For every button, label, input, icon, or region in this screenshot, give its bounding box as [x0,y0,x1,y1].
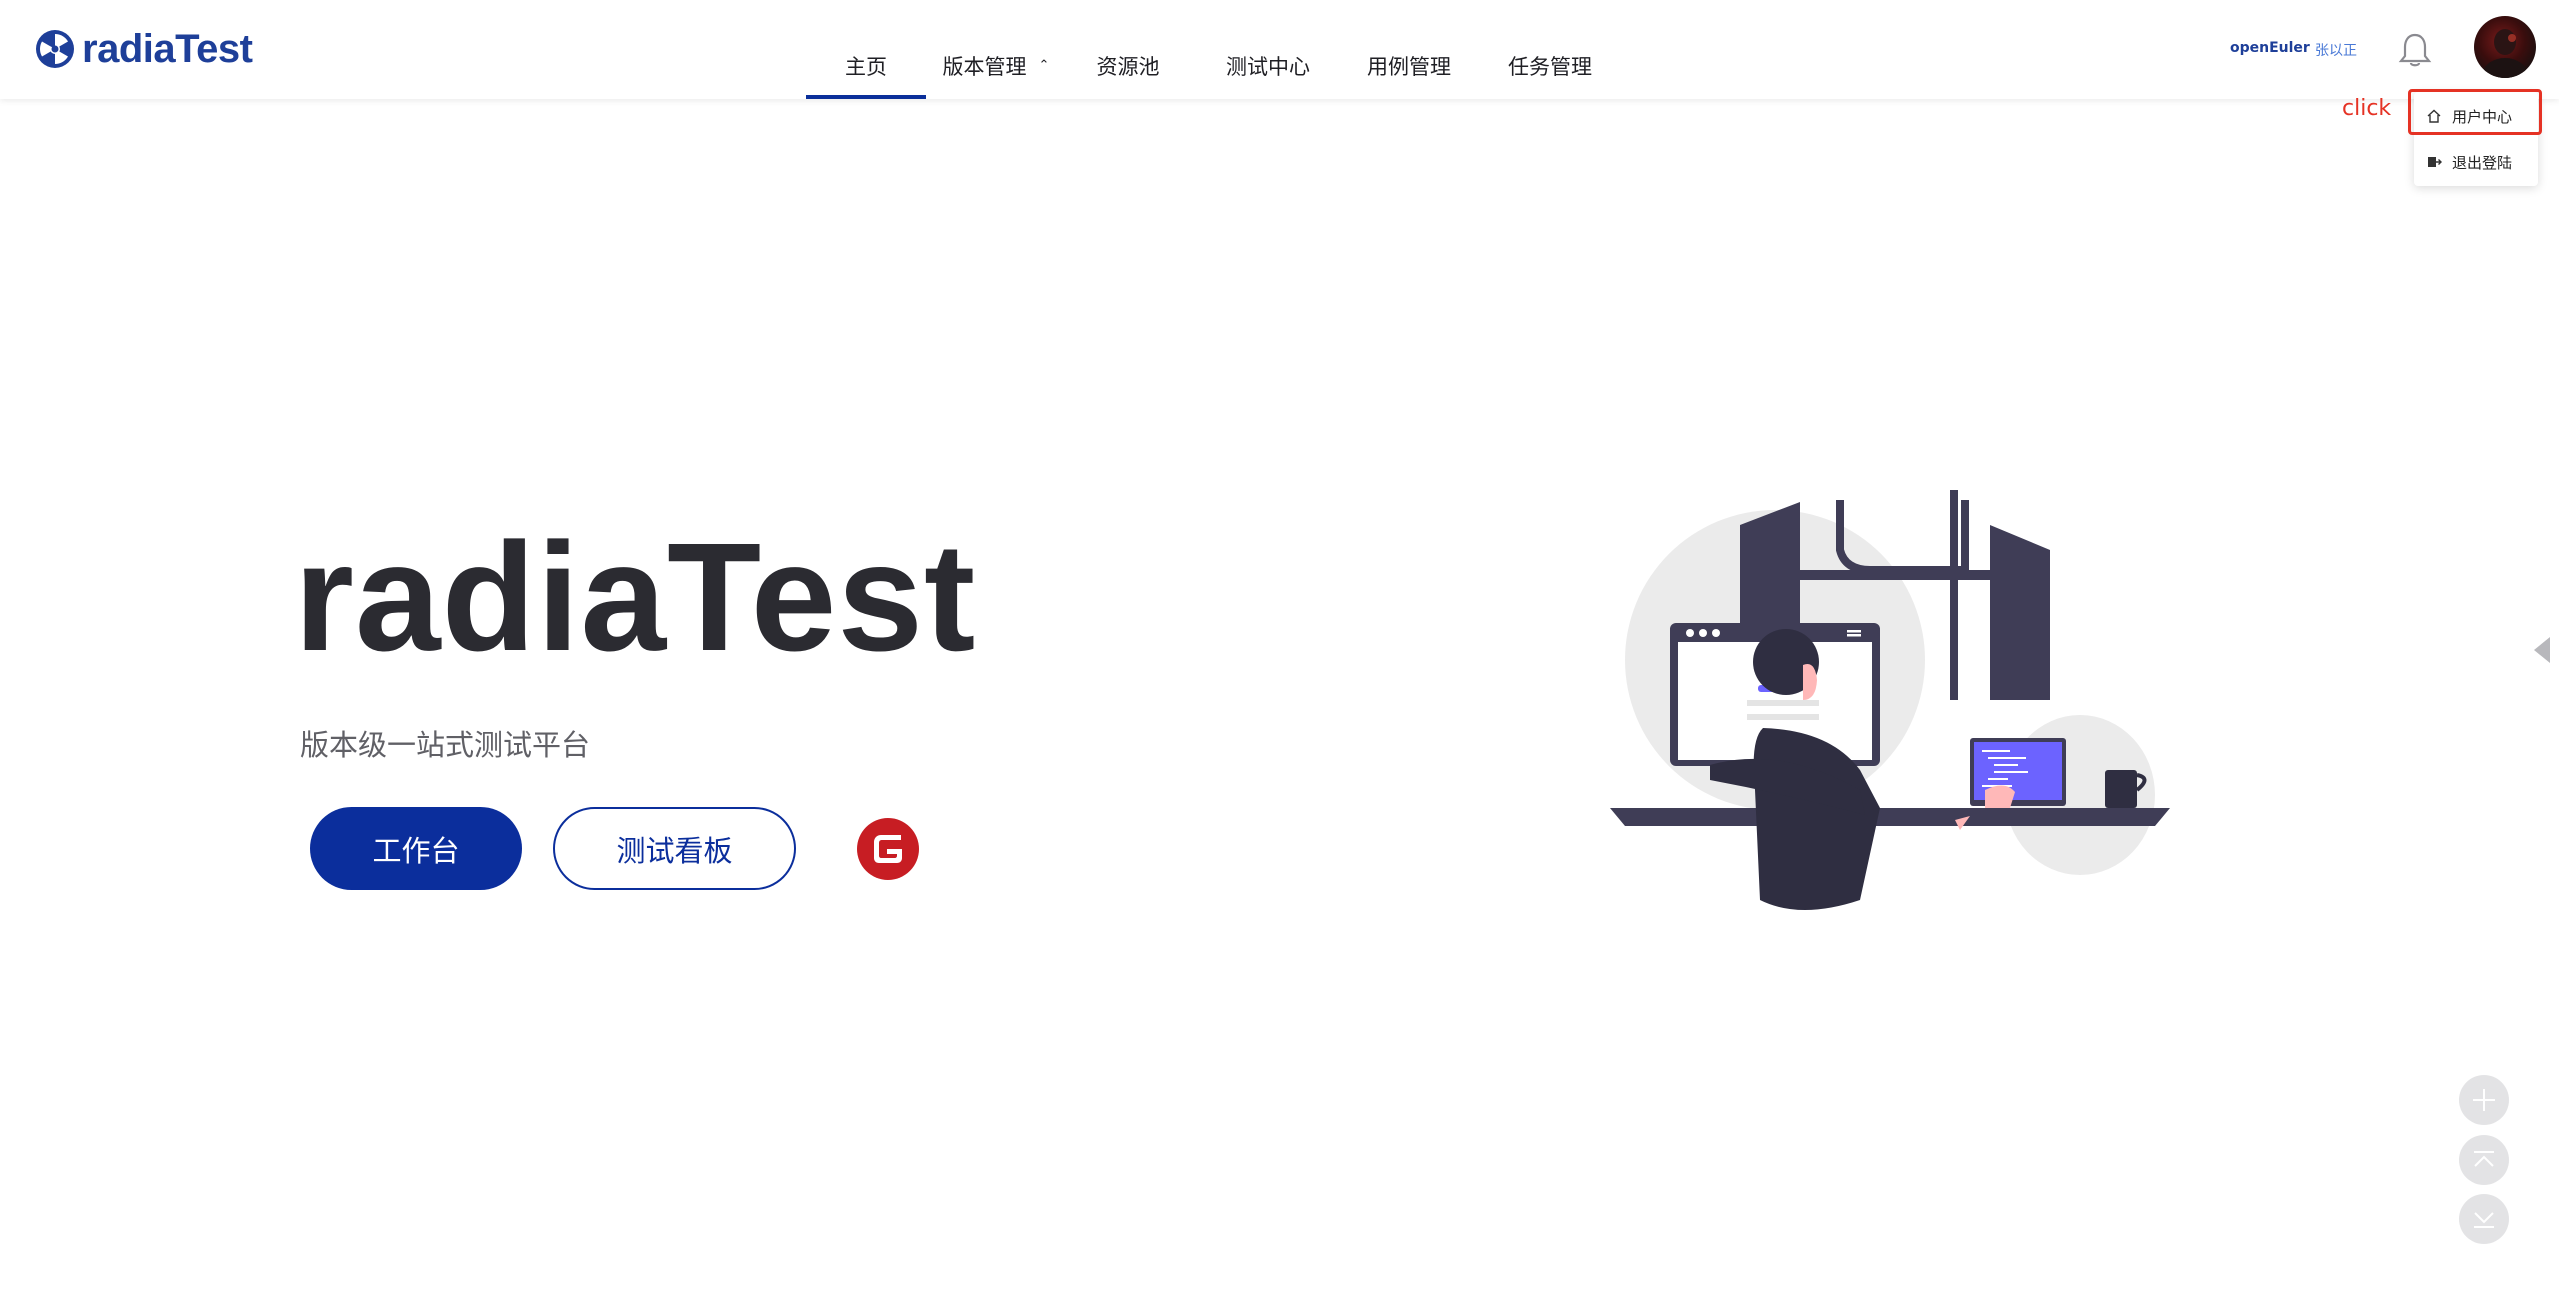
add-button[interactable] [2459,1075,2509,1125]
nav-version-label: 版本管理 [942,54,1027,79]
nav-home-label: 主页 [845,54,887,79]
menu-item-logout[interactable]: 退出登陆 [2414,140,2538,184]
nav-resource-pool[interactable]: 资源池 [1066,0,1190,99]
nav-case-label: 用例管理 [1367,54,1451,79]
hero-subtitle: 版本级一站式测试平台 [300,728,591,762]
logo[interactable]: radiaTest [34,26,253,72]
nav-task-label: 任务管理 [1508,54,1592,79]
nav-test-center[interactable]: 测试中心 [1190,0,1346,99]
logout-icon [2428,157,2442,167]
nav-test-center-label: 测试中心 [1226,54,1310,79]
scroll-bottom-icon [2474,1212,2494,1228]
scroll-top-icon [2474,1151,2494,1167]
workbench-button[interactable]: 工作台 [310,807,522,890]
scroll-top-button[interactable] [2459,1135,2509,1185]
nav-task-management[interactable]: 任务管理 [1472,0,1628,99]
bell-icon[interactable] [2398,32,2432,68]
org-name[interactable]: openEuler [2230,40,2310,56]
gitee-icon[interactable] [857,818,919,880]
chevron-up-icon: ⌃ [1038,58,1050,73]
side-collapse-icon[interactable] [2530,635,2552,665]
avatar-image [2483,29,2527,78]
nav-resource-label: 资源池 [1096,54,1160,79]
test-dashboard-button[interactable]: 测试看板 [553,807,796,890]
plus-icon [2473,1089,2495,1111]
scroll-bottom-button[interactable] [2459,1194,2509,1244]
click-highlight-box [2408,89,2542,135]
top-header: radiaTest 主页 版本管理 ⌃ 资源池 测试中心 用例管理 任务管理 o… [0,0,2559,99]
developer-illustration [1610,490,2170,910]
avatar[interactable] [2474,16,2536,78]
nav-version-management[interactable]: 版本管理 ⌃ [926,0,1066,99]
menu-item-logout-label: 退出登陆 [2452,153,2513,172]
click-annotation: click [2342,96,2392,121]
nav-case-management[interactable]: 用例管理 [1346,0,1472,99]
page: radiaTest 主页 版本管理 ⌃ 资源池 测试中心 用例管理 任务管理 o… [0,0,2559,1300]
radiation-logo-icon [36,30,74,68]
logo-text: radiaTest [82,26,253,71]
nav-home[interactable]: 主页 [806,0,926,99]
hero-title: radiaTest [294,511,977,683]
user-name[interactable]: 张以正 [2315,40,2357,60]
main-nav: 主页 版本管理 ⌃ 资源池 测试中心 用例管理 任务管理 [806,0,1628,99]
